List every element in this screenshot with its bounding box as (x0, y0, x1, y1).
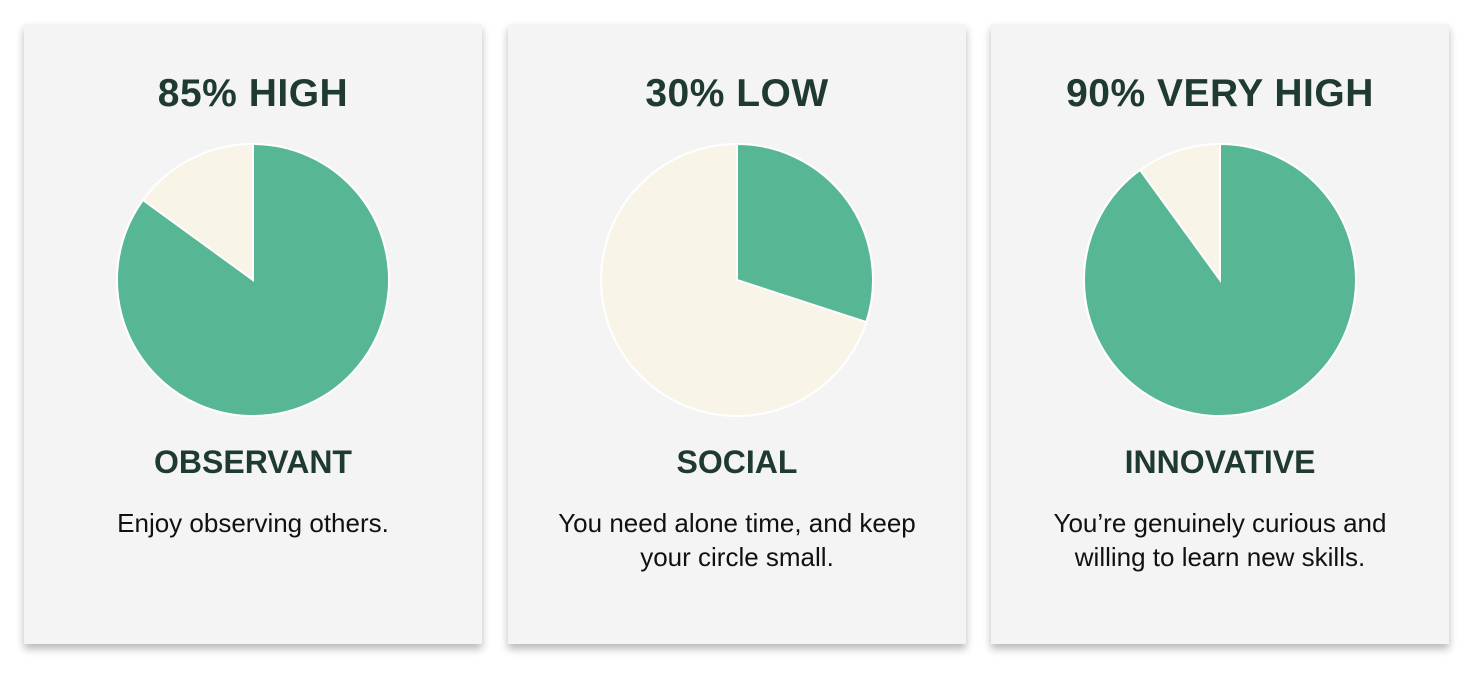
score-label: 85% HIGH (157, 72, 349, 115)
trait-name: INNOVATIVE (1124, 444, 1316, 480)
pie-chart (1083, 142, 1357, 417)
trait-cards: 85% HIGH OBSERVANT Enjoy observing other… (0, 0, 1479, 681)
trait-name: OBSERVANT (154, 444, 352, 480)
trait-description: You need alone time, and keep your circl… (558, 508, 916, 572)
trait-card-social: 30% LOW SOCIAL You need alone time, and … (508, 24, 966, 644)
trait-description: You’re genuinely curious and willing to … (1053, 508, 1387, 572)
score-label: 90% VERY HIGH (1066, 72, 1374, 115)
trait-name: SOCIAL (676, 444, 798, 480)
trait-card-observant: 85% HIGH OBSERVANT Enjoy observing other… (24, 24, 482, 644)
trait-description: Enjoy observing others. (117, 508, 389, 538)
pie-chart (116, 142, 390, 417)
pie-chart (600, 142, 874, 417)
score-label: 30% LOW (645, 72, 829, 115)
trait-card-innovative: 90% VERY HIGH INNOVATIVE You’re genuinel… (991, 24, 1449, 644)
pie-filled-slice (1083, 142, 1357, 417)
